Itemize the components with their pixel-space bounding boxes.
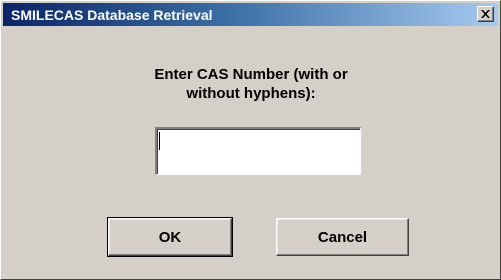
prompt-line-1: Enter CAS Number (with or xyxy=(154,66,348,83)
cancel-button[interactable]: Cancel xyxy=(276,218,409,256)
close-button[interactable] xyxy=(477,6,494,22)
text-caret xyxy=(159,132,160,150)
cas-number-input[interactable] xyxy=(155,127,361,175)
prompt-line-2: without hyphens): xyxy=(186,85,316,102)
prompt-label: Enter CAS Number (with or without hyphen… xyxy=(101,65,401,103)
title-bar[interactable]: SMILECAS Database Retrieval xyxy=(3,3,498,26)
window-title: SMILECAS Database Retrieval xyxy=(11,7,213,23)
ok-button[interactable]: OK xyxy=(107,217,233,257)
close-icon xyxy=(481,10,490,18)
dialog-window: SMILECAS Database Retrieval Enter CAS Nu… xyxy=(0,0,501,280)
